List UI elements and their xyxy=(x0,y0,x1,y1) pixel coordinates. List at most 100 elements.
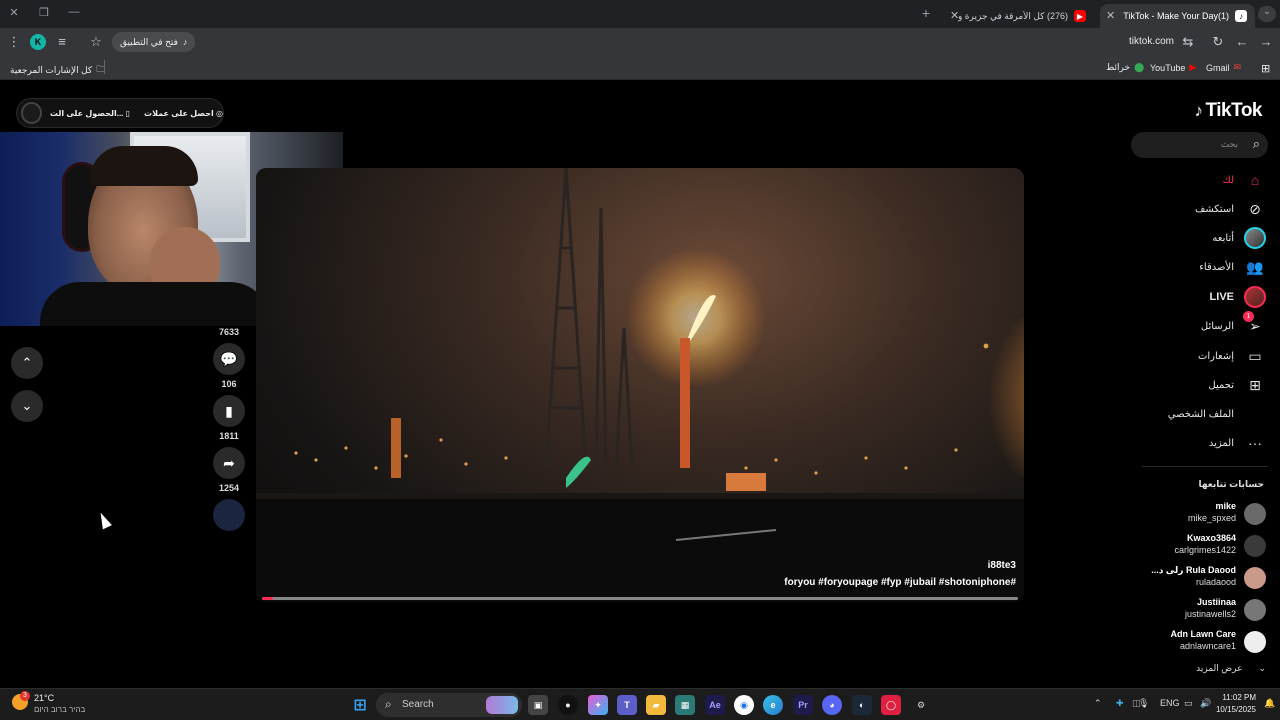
bookmark-youtube[interactable]: YouTube ▶ xyxy=(1150,62,1196,73)
restore-window-icon[interactable]: ❐ xyxy=(36,6,52,19)
sidebar-divider xyxy=(1142,466,1268,467)
all-bookmarks-button[interactable]: كل الإشارات المرجعية 🗀 xyxy=(10,62,105,78)
sidebar-item-explore[interactable]: ⊘ استكشف xyxy=(1195,199,1266,219)
following-account[interactable]: mike mike_spxed xyxy=(1126,499,1266,529)
following-account[interactable]: Kwaxo3864 carlgrimes1422 xyxy=(1126,531,1266,561)
notifications-bell-icon[interactable]: 🔔 xyxy=(1264,698,1275,709)
clock-date[interactable]: 10/15/2025 xyxy=(1208,705,1256,714)
sidebar-item-messages[interactable]: ➢ 1 الرسائل xyxy=(1200,311,1266,336)
steam-icon[interactable]: ◐ xyxy=(852,695,872,715)
sidebar-item-following[interactable]: أتابعه xyxy=(1212,227,1266,249)
previous-video-button[interactable]: ⌃ xyxy=(11,347,43,379)
following-account[interactable]: Justiinaa justinawells2 xyxy=(1126,595,1266,625)
next-video-button[interactable]: ⌄ xyxy=(11,390,43,422)
comment-button[interactable]: 💬 xyxy=(213,343,245,375)
network-icon[interactable]: ▭ xyxy=(1184,698,1193,709)
chrome-icon[interactable]: ◉ xyxy=(734,695,754,715)
share-button[interactable]: ➦ xyxy=(213,447,245,479)
following-accounts-heading: حسابات تتابعها xyxy=(1198,479,1264,489)
bookmark-label: YouTube xyxy=(1150,62,1186,73)
minimize-window-icon[interactable]: — xyxy=(66,6,82,18)
promo-circle[interactable] xyxy=(21,102,42,124)
sidebar-item-foryou[interactable]: ⌂ لك xyxy=(1223,170,1266,190)
video-progress-bar[interactable] xyxy=(262,597,1018,600)
search-icon[interactable]: ⌕ xyxy=(1253,136,1260,152)
weather-badge: 3 xyxy=(20,691,30,701)
sidebar-item-label: الرسائل xyxy=(1200,320,1234,332)
following-account[interactable]: Adn Lawn Care adnlawncare1 xyxy=(1126,627,1266,657)
following-account[interactable]: Rula Daood رلى د... ruladaood xyxy=(1126,563,1266,593)
search-input[interactable]: بحث ⌕ xyxy=(1131,132,1268,158)
compass-icon: ⊘ xyxy=(1249,200,1261,217)
discord-icon[interactable]: ◕ xyxy=(822,695,842,715)
record-app-icon[interactable]: ◯ xyxy=(881,695,901,715)
tab-search-icon[interactable]: ⌄ xyxy=(1258,6,1276,22)
media-icon[interactable]: ≡ xyxy=(54,34,70,49)
sidebar-item-more[interactable]: ··· المزيد xyxy=(1209,433,1266,453)
taskbar-search[interactable]: ⌕ Search xyxy=(376,693,522,717)
home-icon: ⌂ xyxy=(1250,172,1260,188)
tab-tiktok[interactable]: ♪ (1)TikTok - Make Your Day ✕ xyxy=(1100,4,1255,28)
see-more-button[interactable]: ⌄ عرض المزيد xyxy=(1196,663,1266,674)
new-tab-icon[interactable]: + xyxy=(918,5,934,21)
sidebar-item-profile[interactable]: الملف الشخصي xyxy=(1168,404,1266,424)
settings-gear-icon[interactable]: ⚙ xyxy=(911,695,931,715)
open-in-app-button[interactable]: ♪ فتح في التطبيق xyxy=(112,32,196,52)
apps-grid-icon[interactable]: ⊞ xyxy=(1261,62,1270,75)
task-view-icon[interactable]: ▣ xyxy=(528,695,548,715)
clock-time[interactable]: 11:02 PM xyxy=(1222,693,1256,702)
show-hidden-icons[interactable]: ⌃ xyxy=(1094,698,1102,709)
after-effects-icon[interactable]: Ae xyxy=(705,695,725,715)
bookmark-gmail[interactable]: Gmail ✉ xyxy=(1206,62,1241,73)
premiere-pro-icon[interactable]: Pr xyxy=(793,695,813,715)
profile-avatar[interactable]: K xyxy=(30,34,46,50)
site-settings-icon[interactable]: ⇆ xyxy=(1180,34,1196,50)
microphone-icon[interactable]: 🎙 xyxy=(1138,698,1149,709)
app-store-icon[interactable]: ▦ xyxy=(675,695,695,715)
close-tab-icon[interactable]: ✕ xyxy=(950,9,959,22)
close-window-icon[interactable]: ✕ xyxy=(6,6,22,19)
bookmark-maps[interactable]: خرائط ⬤ xyxy=(1106,62,1144,73)
teams-icon[interactable]: T xyxy=(617,695,637,715)
forward-icon[interactable]: → xyxy=(1258,34,1274,49)
search-placeholder: بحث xyxy=(1220,139,1238,149)
tab-youtube[interactable]: ▶ (276) كل الأمرقة في جزيرة وحدة! ✕ xyxy=(944,4,1094,28)
tray-app-icon[interactable]: ✚ xyxy=(1116,698,1124,709)
tiktok-page: الحصول على الت... ▯ احصل على عملات ◎ i88… xyxy=(0,80,1280,688)
webcam-hair xyxy=(90,146,198,186)
close-tab-icon[interactable]: ✕ xyxy=(1106,9,1115,22)
video-hashtags[interactable]: #foryou #foryoupage #fyp #jubail #shoton… xyxy=(784,577,1016,588)
weather-temp[interactable]: 21°C xyxy=(34,693,54,703)
video-player[interactable]: i88te3 #foryou #foryoupage #fyp #jubail … xyxy=(256,168,1024,602)
edge-icon[interactable]: e xyxy=(763,695,783,715)
file-explorer-icon[interactable]: ▰ xyxy=(646,695,666,715)
language-indicator[interactable]: ENG xyxy=(1160,698,1180,708)
save-button[interactable]: ▮ xyxy=(213,395,245,427)
sidebar-item-live[interactable]: LIVE xyxy=(1210,286,1266,308)
video-author[interactable]: i88te3 xyxy=(988,560,1016,571)
sidebar-item-upload[interactable]: ⊞ تحميل xyxy=(1208,375,1266,395)
menu-kebab-icon[interactable]: ⋮ xyxy=(6,34,22,50)
avatar xyxy=(1244,503,1266,525)
bookmark-label: Gmail xyxy=(1206,62,1230,73)
sidebar-item-friends[interactable]: 👥 الأصدقاء xyxy=(1199,257,1266,277)
video-frame xyxy=(256,168,1024,602)
get-coins-button[interactable]: احصل على عملات ◎ xyxy=(144,109,223,118)
bookmark-star-icon[interactable]: ☆ xyxy=(88,34,104,50)
search-icon: ⌕ xyxy=(385,697,392,711)
sound-disc-button[interactable] xyxy=(213,499,245,531)
reload-icon[interactable]: ↻ xyxy=(1210,34,1226,50)
share-icon: ➦ xyxy=(223,454,235,471)
url-text[interactable]: tiktok.com xyxy=(1129,36,1174,47)
copilot-icon[interactable]: ✦ xyxy=(588,695,608,715)
tiktok-logo[interactable]: ♪ TikTok xyxy=(1195,100,1263,122)
windows-start-icon[interactable]: ⊞ xyxy=(350,695,370,715)
github-icon[interactable]: ● xyxy=(558,695,578,715)
promo-bar: الحصول على الت... ▯ احصل على عملات ◎ xyxy=(16,98,224,128)
bookmark-icon: ▮ xyxy=(225,402,233,419)
get-app-button[interactable]: الحصول على الت... ▯ xyxy=(50,109,130,118)
sidebar-item-notifications[interactable]: ▭ إشعارات xyxy=(1198,346,1266,366)
back-icon[interactable]: ← xyxy=(1234,34,1250,49)
mouse-cursor xyxy=(96,510,112,530)
get-app-label: الحصول على الت... xyxy=(49,108,124,118)
